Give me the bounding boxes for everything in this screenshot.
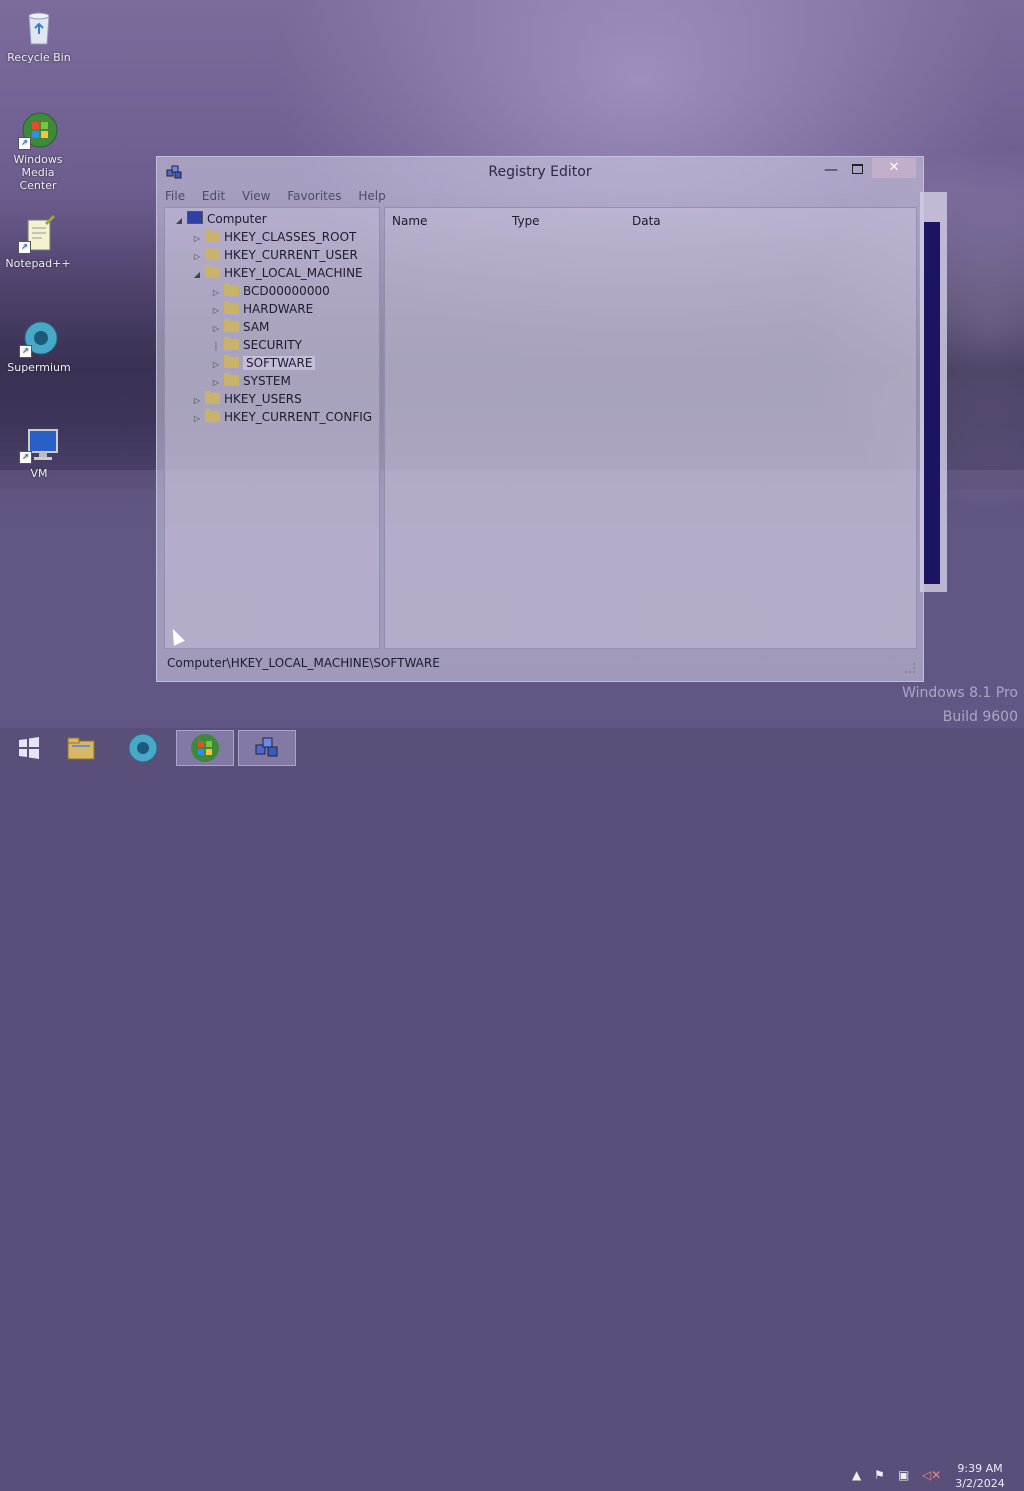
desktop-icon-label: Notepad++ (5, 257, 71, 270)
taskbar-file-explorer[interactable] (52, 730, 110, 766)
background-window-content (924, 222, 940, 584)
taskbar-windows-media-center[interactable] (176, 730, 234, 766)
vm-icon: ↗ (19, 424, 59, 464)
column-header-data[interactable]: Data (632, 214, 661, 228)
menu-favorites[interactable]: Favorites (287, 189, 341, 203)
maximize-button[interactable] (847, 159, 867, 179)
folder-icon (205, 391, 220, 404)
folder-icon (67, 737, 95, 760)
recycle-bin-icon (19, 8, 59, 48)
tree-node-software[interactable]: ▷ SOFTWARE (210, 354, 316, 372)
desktop-icon-label: Supermium (7, 361, 71, 374)
windows-logo-icon (19, 737, 39, 759)
desktop-icon-supermium[interactable]: ↗ Supermium (4, 318, 74, 374)
values-list-pane[interactable]: Name Type Data (384, 207, 917, 649)
notepadpp-icon: ↗ (18, 214, 58, 254)
tree-node-hkey-users[interactable]: ▷ HKEY_USERS (191, 390, 302, 408)
folder-icon (224, 301, 239, 314)
windows-edition-watermark: Windows 8.1 Pro (902, 685, 1018, 701)
tree-node-hkey-current-config[interactable]: ▷ HKEY_CURRENT_CONFIG (191, 408, 372, 426)
resize-grip-icon[interactable] (905, 663, 915, 673)
supermium-icon: ↗ (19, 318, 59, 358)
folder-icon (224, 337, 239, 350)
status-bar-path: Computer\HKEY_LOCAL_MACHINE\SOFTWARE (167, 656, 440, 670)
tree-node-label-selected: SOFTWARE (243, 356, 316, 370)
taskbar-registry-editor[interactable] (238, 730, 296, 766)
windows-media-center-icon: ↗ (18, 110, 58, 150)
tree-node-hkey-local-machine[interactable]: ◢ HKEY_LOCAL_MACHINE (191, 264, 363, 282)
desktop-icon-label: VM (30, 467, 48, 480)
key-tree-pane[interactable]: ◢ Computer ▷ HKEY_CLASSES_ROOT ▷ HKEY_CURRE… (164, 207, 380, 649)
tree-node-label: SAM (243, 320, 270, 334)
window-title: Registry Editor (488, 164, 592, 180)
show-hidden-icons-chevron-icon[interactable]: ▲ (852, 1468, 861, 1488)
tree-node-sam[interactable]: ▷ SAM (210, 318, 269, 336)
desktop-icon-label: Windows Media Center (13, 153, 63, 192)
folder-icon (205, 229, 220, 242)
taskbar-clock[interactable]: 9:39 AM 3/2/2024 (948, 1461, 1012, 1491)
desktop-icon-vm[interactable]: ↗ VM (4, 424, 74, 480)
folder-icon (224, 355, 239, 368)
taskbar: ▲ ⚑ ▣ ◁✕ 9:39 AM 3/2/2024 (0, 728, 1024, 1490)
folder-icon (205, 247, 220, 260)
collapse-arrow-icon[interactable]: ◢ (191, 266, 203, 284)
desktop-icon-notepadpp[interactable]: ↗ Notepad++ (3, 214, 73, 270)
registry-editor-window[interactable]: Registry Editor — ✕ File Edit View Favor… (156, 156, 924, 682)
action-center-flag-icon[interactable]: ⚑ (874, 1468, 885, 1488)
menu-bar: File Edit View Favorites Help (165, 189, 399, 207)
tree-node-label: HARDWARE (243, 302, 314, 316)
windows-media-center-icon (191, 734, 219, 762)
tree-node-hkey-current-user[interactable]: ▷ HKEY_CURRENT_USER (191, 246, 358, 264)
shortcut-arrow-icon: ↗ (18, 241, 31, 254)
network-icon[interactable]: ▣ (898, 1468, 909, 1488)
clock-date: 3/2/2024 (955, 1477, 1005, 1490)
minimize-button[interactable]: — (821, 159, 841, 179)
menu-help[interactable]: Help (358, 189, 385, 203)
folder-icon (205, 409, 220, 422)
tree-node-label: HKEY_CURRENT_CONFIG (224, 410, 373, 424)
start-button[interactable] (0, 730, 58, 766)
tree-node-label: HKEY_USERS (224, 392, 302, 406)
folder-icon (224, 373, 239, 386)
folder-icon (224, 319, 239, 332)
windows-build-watermark: Build 9600 (942, 709, 1018, 725)
tree-node-label: BCD00000000 (243, 284, 330, 298)
column-header-name[interactable]: Name (392, 214, 427, 228)
folder-icon (224, 283, 239, 296)
maximize-icon (851, 164, 863, 174)
supermium-icon (128, 733, 158, 763)
shortcut-arrow-icon: ↗ (19, 345, 32, 358)
tree-node-label: Computer (207, 212, 267, 226)
tree-node-label: HKEY_CURRENT_USER (224, 248, 358, 262)
tree-node-label: HKEY_LOCAL_MACHINE (224, 266, 363, 280)
close-button[interactable]: ✕ (872, 158, 916, 178)
shortcut-arrow-icon: ↗ (19, 451, 32, 464)
menu-file[interactable]: File (165, 189, 185, 203)
column-header-type[interactable]: Type (512, 214, 540, 228)
shortcut-arrow-icon: ↗ (18, 137, 31, 150)
title-bar[interactable]: Registry Editor — ✕ (157, 157, 923, 187)
menu-edit[interactable]: Edit (202, 189, 225, 203)
tree-node-bcd00000000[interactable]: ▷ BCD00000000 (210, 282, 330, 300)
tree-node-computer[interactable]: ◢ Computer (173, 210, 267, 228)
desktop-icon-label: Recycle Bin (7, 51, 71, 64)
tree-node-hardware[interactable]: ▷ HARDWARE (210, 300, 313, 318)
computer-icon (187, 211, 203, 224)
tree-node-label: SYSTEM (243, 374, 291, 388)
tree-node-label: SECURITY (243, 338, 302, 352)
collapse-arrow-icon[interactable]: ◢ (173, 212, 185, 230)
desktop-icon-windows-media-center[interactable]: ↗ Windows Media Center (3, 110, 73, 192)
expand-arrow-icon[interactable]: ▷ (191, 410, 203, 428)
tree-node-label: HKEY_CLASSES_ROOT (224, 230, 357, 244)
tree-node-security[interactable]: ┆ SECURITY (210, 336, 302, 354)
desktop-icon-recycle-bin[interactable]: Recycle Bin (4, 8, 74, 64)
folder-icon (205, 265, 220, 278)
registry-editor-icon (255, 737, 278, 757)
taskbar-supermium[interactable] (114, 730, 172, 766)
clock-time: 9:39 AM (957, 1462, 1003, 1475)
tree-node-hkey-classes-root[interactable]: ▷ HKEY_CLASSES_ROOT (191, 228, 356, 246)
volume-muted-icon[interactable]: ◁✕ (922, 1468, 941, 1488)
menu-view[interactable]: View (242, 189, 270, 203)
tree-node-system[interactable]: ▷ SYSTEM (210, 372, 291, 390)
